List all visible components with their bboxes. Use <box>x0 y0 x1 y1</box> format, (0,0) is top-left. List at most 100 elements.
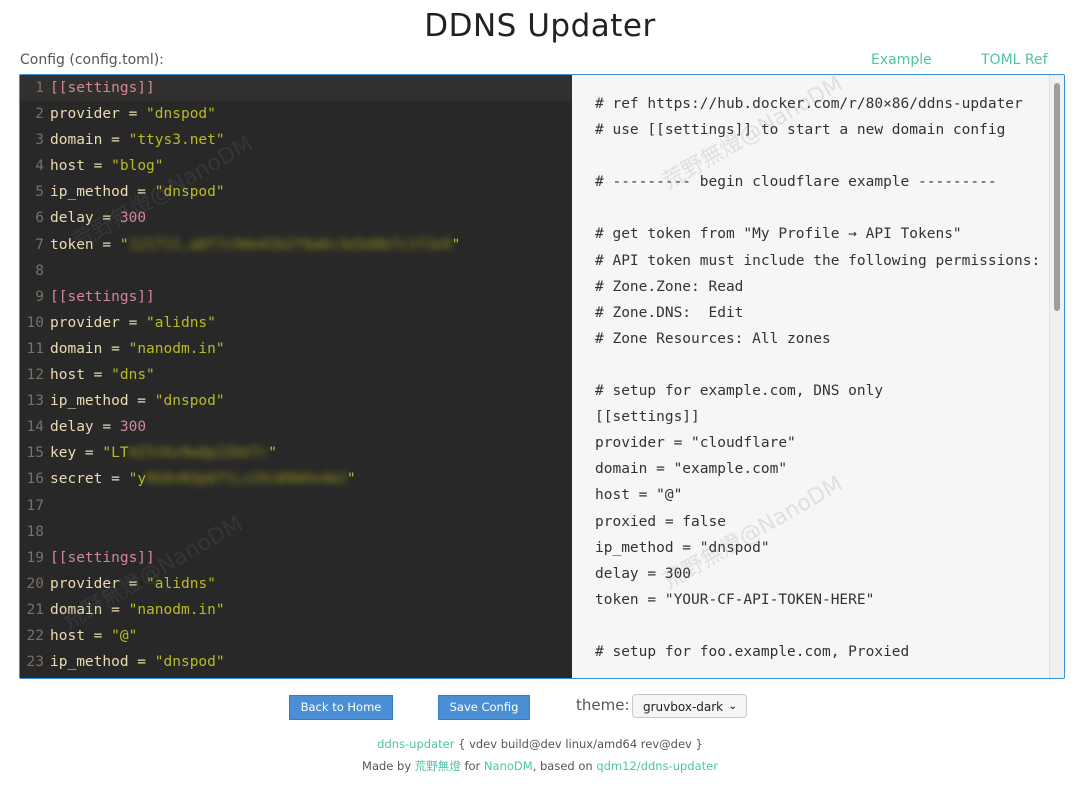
code-line[interactable]: 23 ip_method = "dnspod" <box>20 649 572 675</box>
code-token-key: ip_method <box>50 654 129 671</box>
footer-version: ddns-updater { vdev build@dev linux/amd6… <box>0 737 1080 751</box>
code-token-key: ip_method <box>50 184 129 201</box>
line-number: 20 <box>26 575 44 592</box>
line-number: 8 <box>35 262 44 279</box>
example-line: [[settings]] <box>595 409 700 426</box>
example-line: # use [[settings]] to start a new domain… <box>595 122 1006 139</box>
code-line[interactable]: 11 domain = "nanodm.in" <box>20 336 572 362</box>
save-config-button[interactable]: Save Config <box>438 695 530 720</box>
code-line[interactable]: 16 secret = "yRk8vN3pQ7tLz2XcW9bHs4mJ" <box>20 466 572 492</box>
code-token-op: = <box>102 471 129 488</box>
editor-frame: 1 [[settings]] 2 provider = "dnspod" 3 domain… <box>19 74 1065 679</box>
example-line: # Zone.DNS: Edit <box>595 304 744 321</box>
example-link[interactable]: Example <box>871 52 932 68</box>
code-line[interactable]: 6 delay = 300 <box>20 205 572 231</box>
code-token-op: = <box>102 340 129 357</box>
code-line[interactable]: 19 [[settings]] <box>20 545 572 571</box>
example-line: # Zone.Zone: Read <box>595 278 744 295</box>
code-token-op: = <box>119 575 147 592</box>
toml-ref-link[interactable]: TOML Ref <box>981 52 1048 68</box>
code-token-str: " <box>268 445 278 462</box>
example-line: ip_method = "dnspod" <box>595 539 770 556</box>
code-line[interactable]: 10 provider = "alidns" <box>20 310 572 336</box>
example-line <box>595 352 1040 378</box>
code-line[interactable]: 14 delay = 300 <box>20 414 572 440</box>
example-line: # get token from "My Profile → API Token… <box>595 226 962 243</box>
code-line[interactable]: 4 host = "blog" <box>20 153 572 179</box>
code-token-op: = <box>84 158 112 175</box>
example-line: # API token must include the following p… <box>595 252 1041 269</box>
footer-version-text: { vdev build@dev linux/amd64 rev@dev } <box>454 737 703 751</box>
code-line[interactable]: 5 ip_method = "dnspod" <box>20 179 572 205</box>
line-number: 10 <box>26 314 44 331</box>
code-token-str: "dnspod" <box>154 654 225 671</box>
code-token-key: domain <box>50 132 103 149</box>
example-line: # setup for example.com, DNS only <box>595 383 884 400</box>
code-token-op: = <box>119 314 147 331</box>
line-number: 13 <box>26 393 44 410</box>
code-line[interactable]: 9 [[settings]] <box>20 284 572 310</box>
example-line: domain = "example.com" <box>595 461 788 478</box>
code-line[interactable]: 12 host = "dns" <box>20 362 572 388</box>
code-token-op: = <box>128 654 155 671</box>
code-line[interactable]: 7 token = "121711,a8f7c9de41b2f0a6c3e5d8b… <box>20 232 572 258</box>
code-token-key: domain <box>50 601 103 618</box>
code-token-str: "dnspod" <box>154 393 225 410</box>
example-scrollbar[interactable] <box>1049 75 1064 678</box>
code-token-key: provider <box>50 106 120 123</box>
code-token-section: [[settings]] <box>50 80 155 96</box>
code-token-str: "blog" <box>111 158 164 175</box>
code-token-num: 300 <box>119 210 147 227</box>
chevron-down-icon: ⌄ <box>728 701 737 712</box>
code-line[interactable]: 3 domain = "ttys3.net" <box>20 127 572 153</box>
code-line[interactable]: 15 key = "LTAI5tKx9wQp2ZmV7r" <box>20 440 572 466</box>
theme-select[interactable]: gruvbox-dark ⌄ <box>632 694 747 718</box>
line-number: 9 <box>35 288 44 305</box>
code-line[interactable]: 21 domain = "nanodm.in" <box>20 597 572 623</box>
line-number: 7 <box>35 236 44 253</box>
line-number: 18 <box>26 523 44 540</box>
code-token-section: [[settings]] <box>50 288 155 305</box>
footer-author-link[interactable]: 荒野無燈 <box>415 759 461 773</box>
code-token-op: = <box>102 601 129 618</box>
code-token-key: token <box>50 236 94 253</box>
code-token-key: key <box>50 445 77 462</box>
line-number: 19 <box>26 549 44 566</box>
code-line[interactable]: 18 <box>20 519 572 545</box>
code-token-key: secret <box>50 471 103 488</box>
footer-upstream-link[interactable]: qdm12/ddns-updater <box>596 759 718 773</box>
code-token-str: " <box>451 236 461 253</box>
code-token-op: = <box>93 419 120 436</box>
code-token-key: ip_method <box>50 393 129 410</box>
line-number: 17 <box>26 497 44 514</box>
code-token-str: "dns" <box>111 367 155 384</box>
line-number: 2 <box>35 106 44 123</box>
code-line[interactable]: 8 <box>20 258 572 284</box>
back-to-home-button[interactable]: Back to Home <box>289 695 393 720</box>
line-number: 15 <box>26 445 44 462</box>
code-line[interactable]: 20 provider = "alidns" <box>20 571 572 597</box>
footer-org-link[interactable]: NanoDM <box>484 759 533 773</box>
line-number: 23 <box>26 654 44 671</box>
example-line <box>595 195 1040 221</box>
code-token-str: "nanodm.in" <box>128 340 225 357</box>
example-line: provider = "cloudflare" <box>595 435 796 452</box>
scrollbar-thumb[interactable] <box>1054 83 1060 311</box>
code-token-key: provider <box>50 575 120 592</box>
code-token-op: = <box>76 445 103 462</box>
code-token-key: domain <box>50 340 103 357</box>
config-label: Config (config.toml): <box>20 52 164 68</box>
config-editor[interactable]: 1 [[settings]] 2 provider = "dnspod" 3 domain… <box>20 75 572 678</box>
theme-label: theme: <box>576 696 630 714</box>
line-number: 16 <box>26 471 44 488</box>
theme-select-value: gruvbox-dark <box>643 700 724 714</box>
code-line[interactable]: 1 [[settings]] <box>20 75 572 102</box>
code-line[interactable]: 2 provider = "dnspod" <box>20 101 572 127</box>
code-line[interactable]: 17 <box>20 493 572 519</box>
footer-app-link[interactable]: ddns-updater <box>377 737 454 751</box>
code-token-str: "ttys3.net" <box>128 132 225 149</box>
code-token-key: host <box>50 367 85 384</box>
code-line[interactable]: 13 ip_method = "dnspod" <box>20 388 572 414</box>
code-line[interactable]: 22 host = "@" <box>20 623 572 649</box>
line-number: 5 <box>35 184 44 201</box>
